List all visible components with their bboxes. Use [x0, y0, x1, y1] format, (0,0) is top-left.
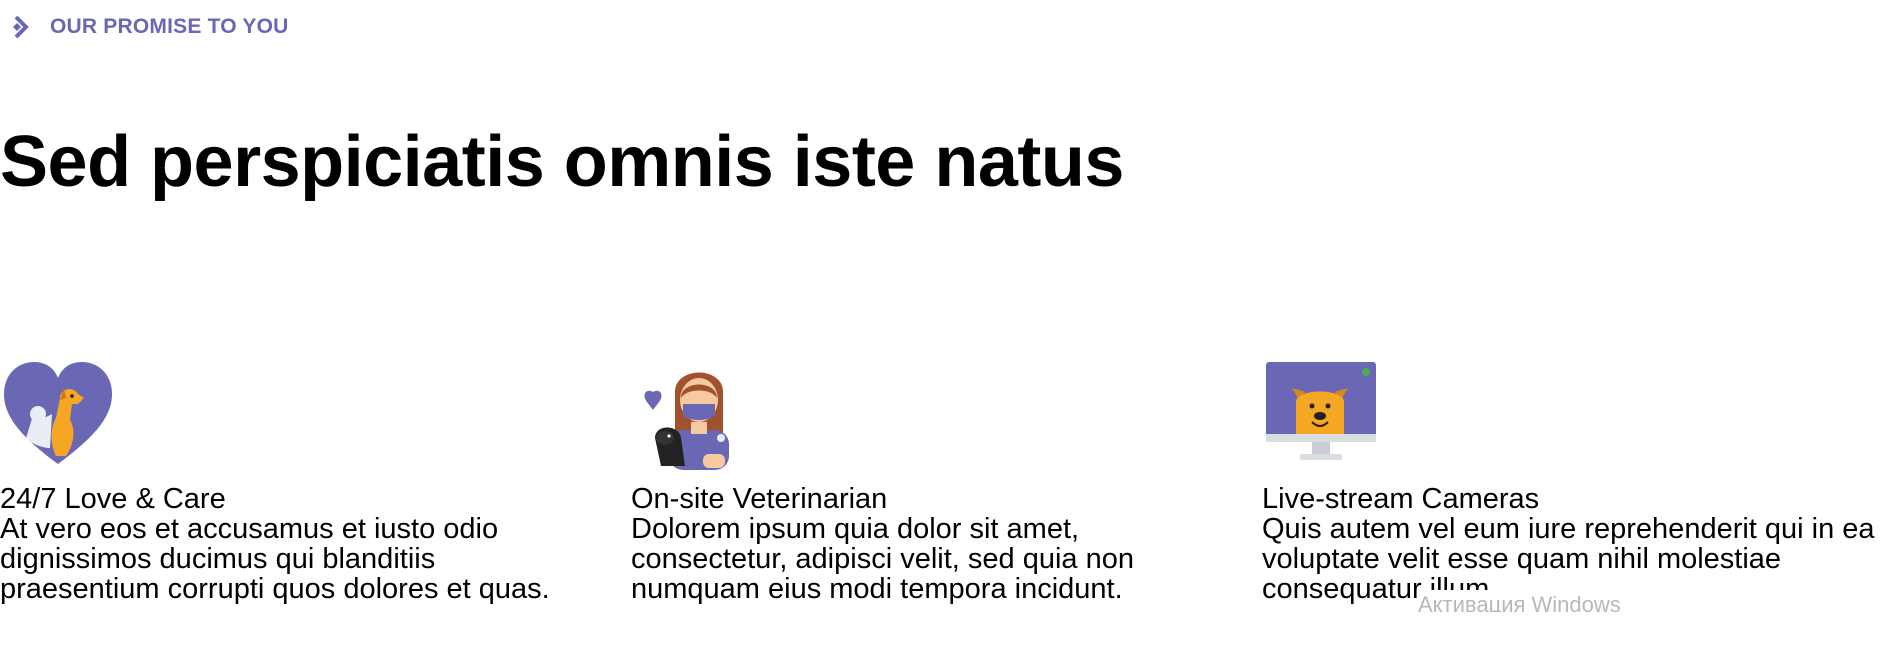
- feature-title: Live-stream Cameras: [1262, 483, 1540, 515]
- feature-title: 24/7 Love & Care: [0, 483, 226, 515]
- feature-card-care: 24/7 Love & Care At vero eos et accusamu…: [0, 358, 590, 604]
- eyebrow-label: OUR PROMISE TO YOU: [50, 15, 289, 38]
- feature-description: At vero eos et accusamus et iusto odio d…: [0, 513, 550, 605]
- feature-card-cameras: Live-stream Cameras Quis autem vel eum i…: [1262, 358, 1898, 604]
- feature-card-veterinarian: On-site Veterinarian Dolorem ipsum quia …: [631, 358, 1231, 604]
- diamond-chevron-icon: [8, 14, 34, 40]
- section-eyebrow: OUR PROMISE TO YOU: [8, 14, 289, 40]
- windows-activation-watermark: Активация Windows: [1418, 590, 1621, 612]
- section-heading: Sed perspiciatis omnis iste natus: [0, 122, 1124, 202]
- heart-pets-icon: [0, 358, 116, 470]
- monitor-dog-icon: [1262, 358, 1378, 470]
- veterinarian-icon: [631, 358, 747, 470]
- feature-title: On-site Veterinarian: [631, 483, 888, 515]
- feature-description: Dolorem ipsum quia dolor sit amet, conse…: [631, 513, 1134, 605]
